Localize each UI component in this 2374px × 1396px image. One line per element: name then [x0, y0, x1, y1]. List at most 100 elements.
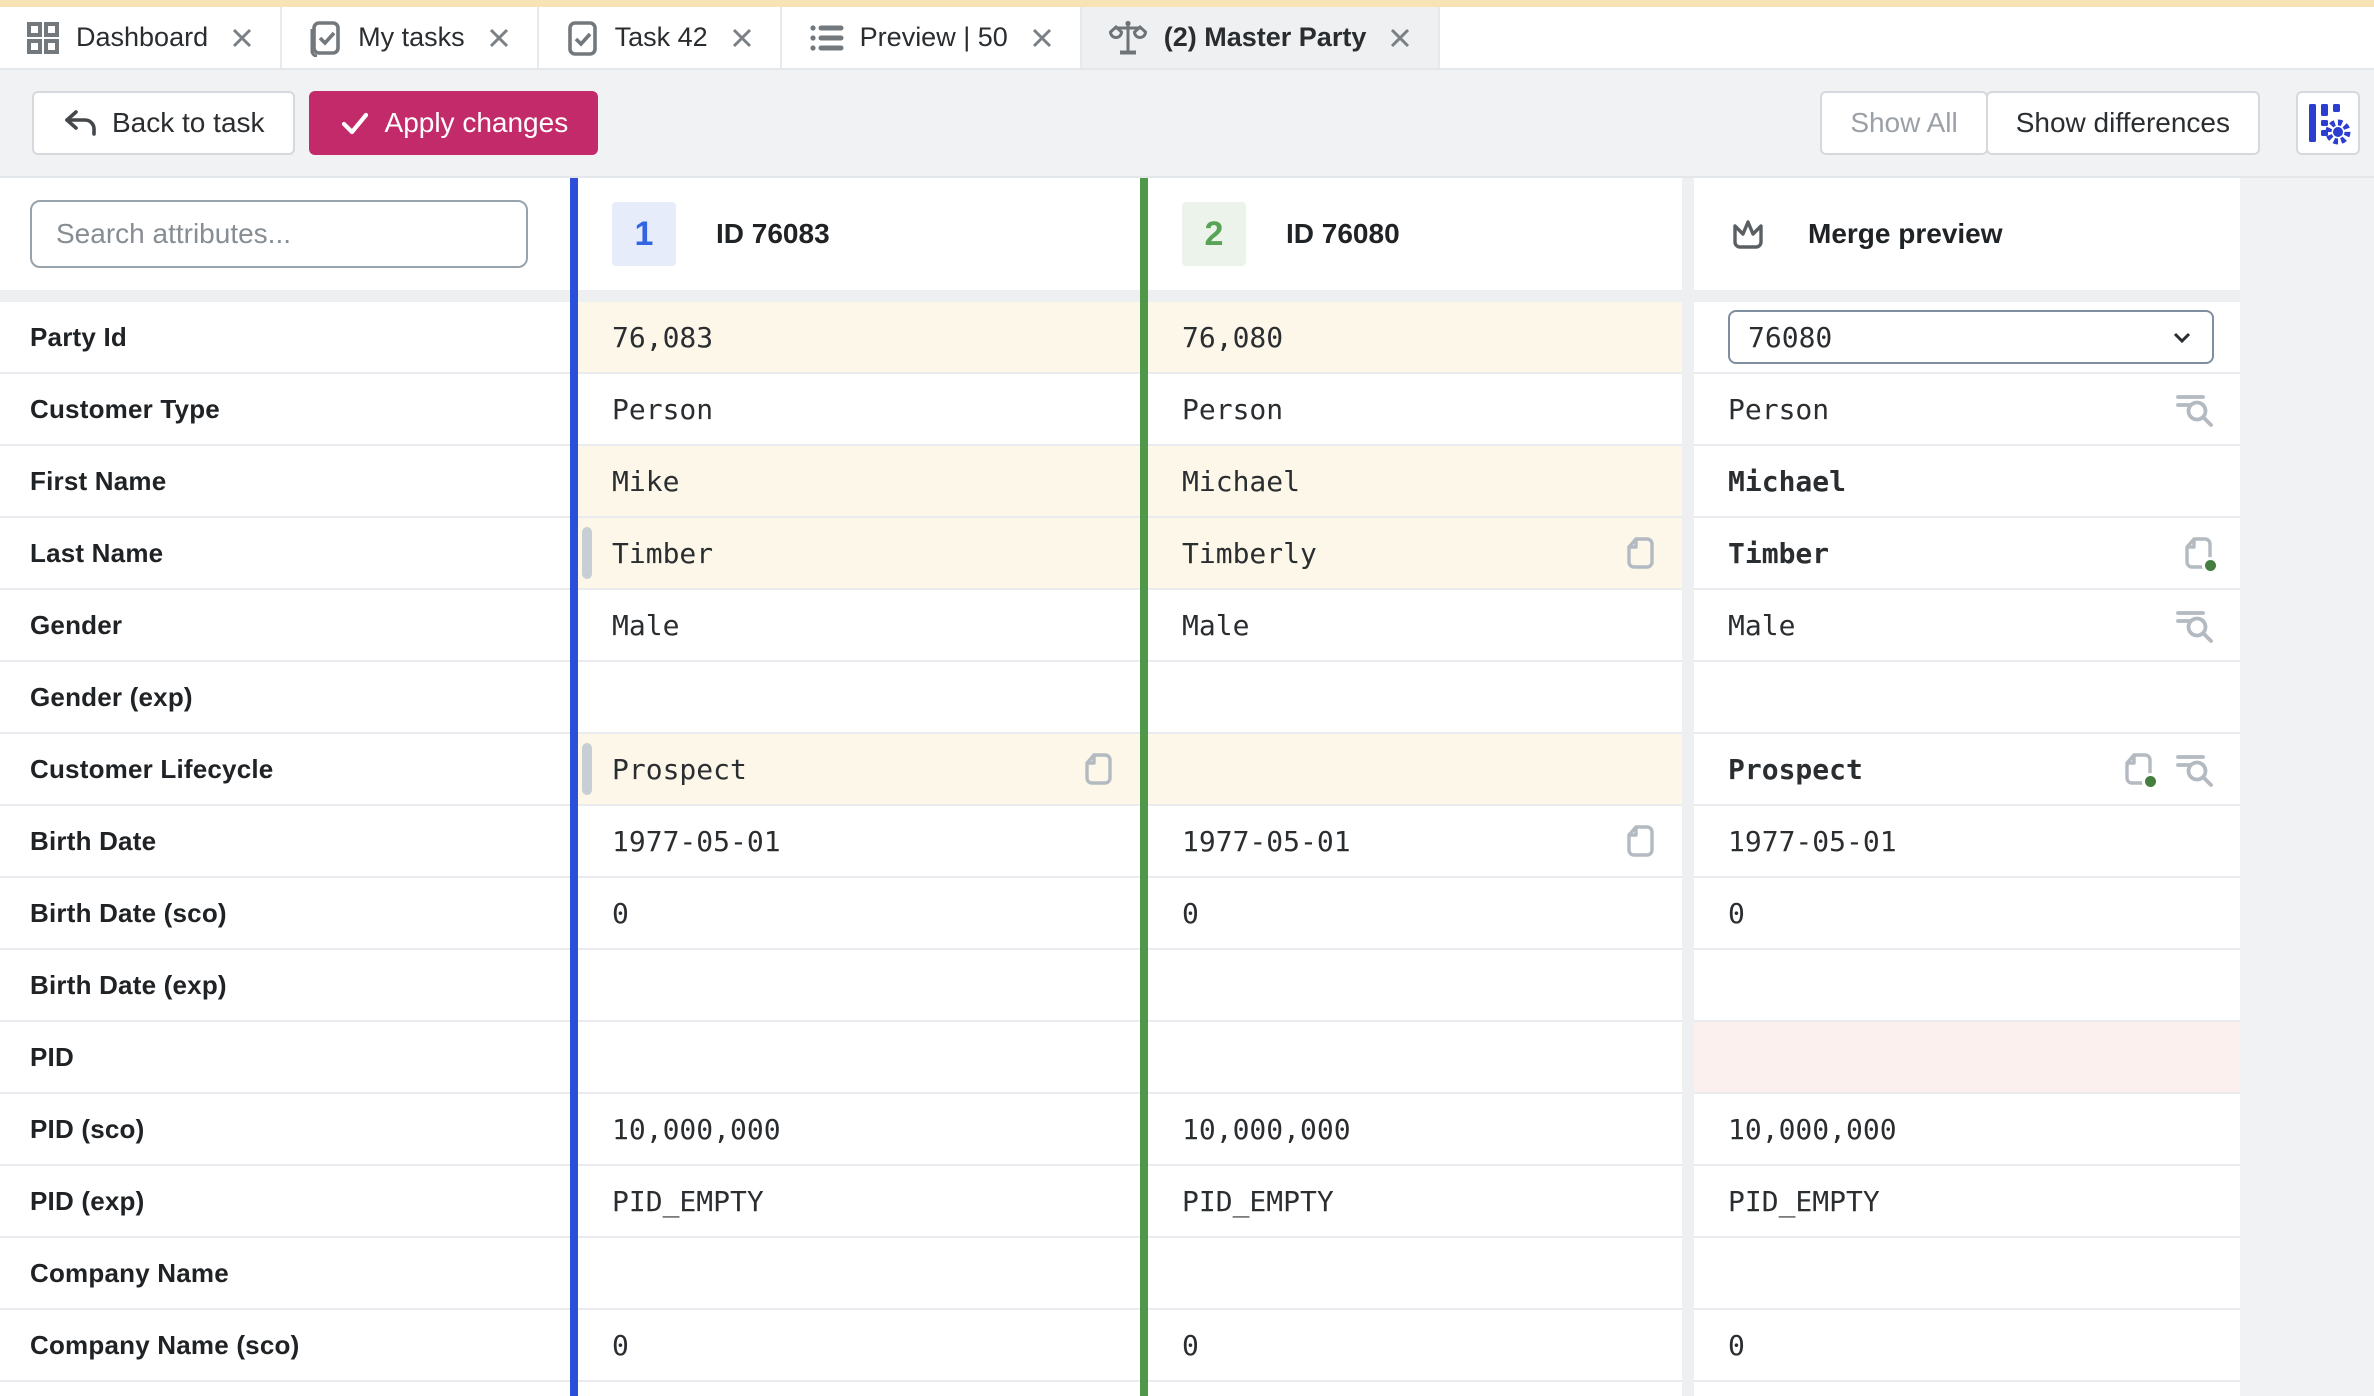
- cell-c1-company-name-sco[interactable]: 0: [578, 1310, 1140, 1382]
- document-selected-icon: [2182, 535, 2214, 571]
- attr-row-birth-date-sco: Birth Date (sco): [0, 878, 570, 950]
- cell-c1-first-name[interactable]: Mike: [578, 446, 1140, 518]
- merge-value-birth-date: 1977-05-01: [1728, 825, 2214, 858]
- value-c2-pid-exp: PID_EMPTY: [1182, 1185, 1656, 1218]
- source1-header: 1 ID 76083: [578, 178, 1140, 290]
- merge-value-gender: Male: [1728, 609, 2154, 642]
- document-icon: [1624, 535, 1656, 571]
- cell-c2-birth-date[interactable]: 1977-05-01: [1148, 806, 1682, 878]
- cell-c2-birth-date-exp[interactable]: [1148, 950, 1682, 1022]
- source1-column: 1 ID 76083 76,083PersonMikeTimber Male Pro…: [570, 178, 1140, 1396]
- attributes-header: [0, 178, 570, 290]
- source2-badge: 2: [1182, 202, 1246, 266]
- cell-c2-pid[interactable]: [1148, 1022, 1682, 1094]
- column-gap: [1682, 178, 1694, 1396]
- cell-c1-birth-date[interactable]: 1977-05-01: [578, 806, 1140, 878]
- search-attributes-input[interactable]: [30, 200, 528, 268]
- cell-c1-pid[interactable]: [578, 1022, 1140, 1094]
- cell-c1-party-id[interactable]: 76,083: [578, 302, 1140, 374]
- cell-merge-birth-date: 1977-05-01: [1694, 806, 2240, 878]
- close-tab-icon[interactable]: [730, 26, 754, 50]
- close-tab-icon[interactable]: [1030, 26, 1054, 50]
- cell-c1-customer-type[interactable]: Person: [578, 374, 1140, 446]
- selected-source-handle: [582, 527, 592, 579]
- merge-comparison-table: Party IdCustomer TypeFirst NameLast Name…: [0, 178, 2374, 1396]
- cell-merge-pid-exp: PID_EMPTY: [1694, 1166, 2240, 1238]
- merge-preview-column: Merge preview 76080 Person Michael Timber Ma…: [1694, 178, 2240, 1396]
- cell-c2-customer-lifecycle[interactable]: [1148, 734, 1682, 806]
- cell-c1-company-name[interactable]: [578, 1238, 1140, 1310]
- attr-row-gender-exp: Gender (exp): [0, 662, 570, 734]
- column-settings-button[interactable]: [2296, 91, 2360, 155]
- attr-row-pid-exp: PID (exp): [0, 1166, 570, 1238]
- cell-c2-company-name-sco[interactable]: 0: [1148, 1310, 1682, 1382]
- cell-merge-gender: Male: [1694, 590, 2240, 662]
- show-all-button[interactable]: Show All: [1820, 91, 1987, 155]
- attr-label: First Name: [30, 466, 166, 497]
- cell-c1-gender-exp[interactable]: [578, 662, 1140, 734]
- attr-label: PID (sco): [30, 1114, 144, 1145]
- cell-c1-birth-date-sco[interactable]: 0: [578, 878, 1140, 950]
- cell-c1-last-name[interactable]: Timber: [578, 518, 1140, 590]
- merge-title: Merge preview: [1808, 218, 2003, 250]
- attr-label: Customer Lifecycle: [30, 754, 273, 785]
- cell-c2-pid-exp[interactable]: PID_EMPTY: [1148, 1166, 1682, 1238]
- value-c1-pid-sco: 10,000,000: [612, 1113, 1114, 1146]
- merge-value-first-name: Michael: [1728, 465, 2214, 498]
- tab-task-42[interactable]: Task 42: [539, 7, 782, 68]
- merge-value-pid-exp: PID_EMPTY: [1728, 1185, 2214, 1218]
- show-all-label: Show All: [1850, 107, 1957, 139]
- cell-c2-gender-exp[interactable]: [1148, 662, 1682, 734]
- cell-c2-party-id[interactable]: 76,080: [1148, 302, 1682, 374]
- tab-label: Task 42: [615, 22, 708, 53]
- tab-preview[interactable]: Preview | 50: [782, 7, 1082, 68]
- cell-c1-customer-lifecycle[interactable]: Prospect: [578, 734, 1140, 806]
- cell-c2-gender[interactable]: Male: [1148, 590, 1682, 662]
- header-divider: [578, 290, 1140, 302]
- document-icon: [1624, 823, 1656, 859]
- source1-title: ID 76083: [716, 218, 830, 250]
- value-c1-gender: Male: [612, 609, 1114, 642]
- cell-c2-customer-type[interactable]: Person: [1148, 374, 1682, 446]
- dashboard-icon: [26, 21, 60, 55]
- value-c2-party-id: 76,080: [1182, 321, 1656, 354]
- show-differences-button[interactable]: Show differences: [1986, 91, 2260, 155]
- cell-c1-birth-date-exp[interactable]: [578, 950, 1140, 1022]
- attr-row-birth-date: Birth Date: [0, 806, 570, 878]
- cell-c2-first-name[interactable]: Michael: [1148, 446, 1682, 518]
- cell-merge-pid-sco: 10,000,000: [1694, 1094, 2240, 1166]
- cell-c1-pid-sco[interactable]: 10,000,000: [578, 1094, 1140, 1166]
- close-tab-icon[interactable]: [1388, 26, 1412, 50]
- merge-preview-screen: Dashboard My tasks Task 42: [0, 0, 2374, 1396]
- cell-merge-last-name: Timber: [1694, 518, 2240, 590]
- tab-dashboard[interactable]: Dashboard: [0, 7, 282, 68]
- tab-my-tasks[interactable]: My tasks: [282, 7, 539, 68]
- cell-c2-birth-date-sco[interactable]: 0: [1148, 878, 1682, 950]
- value-c1-customer-lifecycle: Prospect: [612, 753, 1064, 786]
- chevron-down-icon: [2168, 323, 2196, 351]
- apply-changes-button[interactable]: Apply changes: [309, 91, 599, 155]
- close-tab-icon[interactable]: [230, 26, 254, 50]
- cell-merge-company-name: [1694, 1238, 2240, 1310]
- back-to-task-label: Back to task: [112, 107, 265, 139]
- scale-icon: [1108, 18, 1148, 58]
- attr-row-customer-lifecycle: Customer Lifecycle: [0, 734, 570, 806]
- cell-c1-pid-exp[interactable]: PID_EMPTY: [578, 1166, 1140, 1238]
- attr-label: Birth Date: [30, 826, 156, 857]
- merge-selected-value: 76080: [1748, 321, 2168, 354]
- cell-c2-last-name[interactable]: Timberly: [1148, 518, 1682, 590]
- tab-label: (2) Master Party: [1164, 22, 1367, 53]
- tab-master-party[interactable]: (2) Master Party: [1082, 7, 1441, 68]
- back-to-task-button[interactable]: Back to task: [32, 91, 295, 155]
- cell-c1-gender[interactable]: Male: [578, 590, 1140, 662]
- selected-dot: [2202, 557, 2219, 574]
- back-arrow-icon: [62, 107, 98, 139]
- cell-merge-company-name-sco: 0: [1694, 1310, 2240, 1382]
- cell-c2-pid-sco[interactable]: 10,000,000: [1148, 1094, 1682, 1166]
- close-tab-icon[interactable]: [487, 26, 511, 50]
- cell-merge-customer-type: Person: [1694, 374, 2240, 446]
- attr-label: Customer Type: [30, 394, 220, 425]
- checkbox-icon: [308, 19, 342, 57]
- cell-c2-company-name[interactable]: [1148, 1238, 1682, 1310]
- merge-value-select-party-id[interactable]: 76080: [1728, 310, 2214, 364]
